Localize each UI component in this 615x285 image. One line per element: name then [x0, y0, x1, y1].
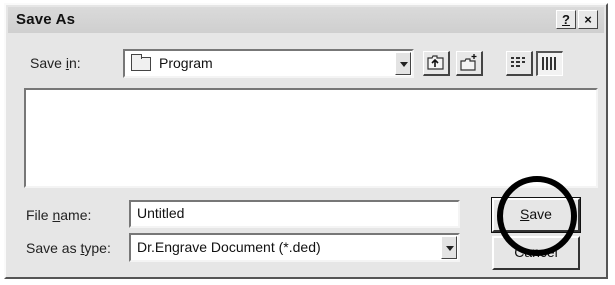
- save-as-type-dropdown-button[interactable]: [441, 236, 457, 259]
- title-bar: Save As ? ×: [8, 7, 604, 33]
- save-as-type-label: Save as type:: [26, 240, 111, 256]
- cancel-button[interactable]: Cancel: [492, 236, 580, 270]
- details-view-icon: [542, 57, 556, 70]
- create-new-folder-button[interactable]: [456, 51, 483, 76]
- window-title: Save As: [16, 11, 76, 28]
- close-button[interactable]: ×: [578, 10, 598, 29]
- create-new-folder-icon: [460, 54, 477, 71]
- file-name-value: Untitled: [137, 205, 185, 221]
- file-name-field[interactable]: Untitled: [129, 200, 460, 228]
- up-one-level-icon: [427, 55, 444, 70]
- file-list[interactable]: [24, 88, 598, 188]
- details-view-button[interactable]: [536, 51, 563, 76]
- save-button[interactable]: Save: [491, 197, 581, 233]
- list-view-icon: [511, 57, 525, 67]
- save-as-type-value: Dr.Engrave Document (*.ded): [137, 239, 321, 255]
- folder-icon: [131, 54, 151, 71]
- file-name-label: File name:: [26, 207, 92, 223]
- save-as-type-combobox[interactable]: Dr.Engrave Document (*.ded): [129, 233, 460, 262]
- list-view-button[interactable]: [506, 51, 533, 76]
- up-one-level-button[interactable]: [423, 51, 450, 76]
- save-in-label: Save in:: [30, 55, 81, 71]
- save-in-value: Program: [159, 55, 213, 71]
- save-in-dropdown-button[interactable]: [395, 52, 411, 75]
- save-in-combobox[interactable]: Program: [123, 49, 414, 78]
- help-button[interactable]: ?: [556, 10, 576, 29]
